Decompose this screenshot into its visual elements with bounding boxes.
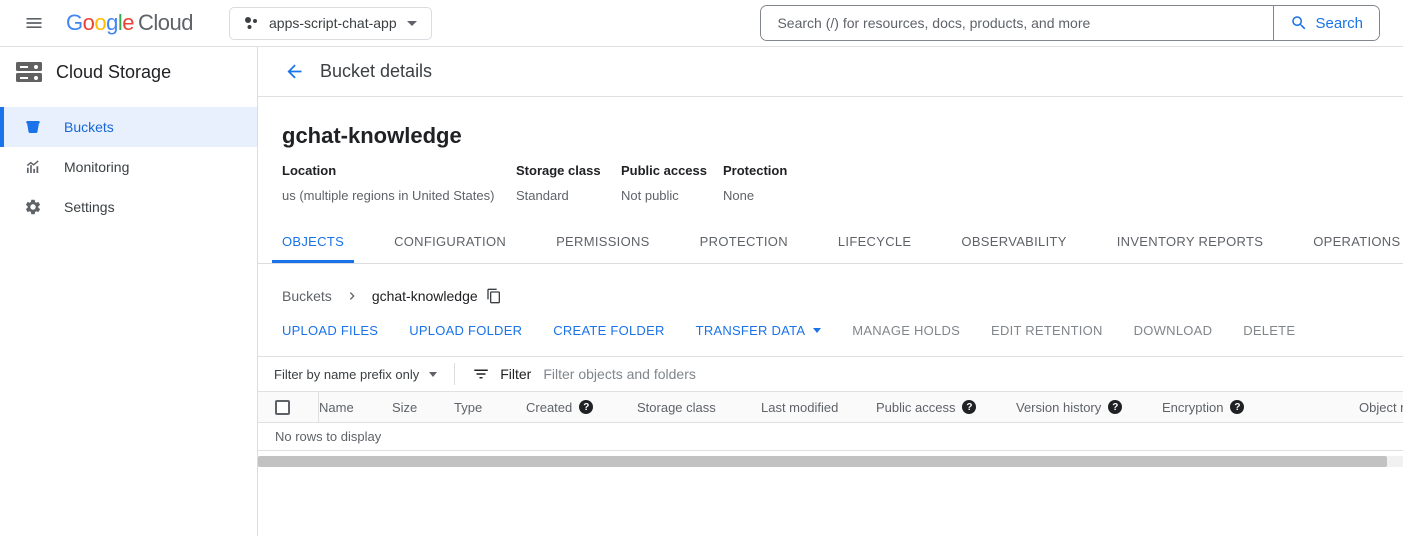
bucket-name: gchat-knowledge xyxy=(282,123,1403,149)
filter-objects-input[interactable] xyxy=(543,366,1403,382)
tab-bar: OBJECTS CONFIGURATION PERMISSIONS PROTEC… xyxy=(258,234,1403,264)
bucket-icon xyxy=(24,118,42,136)
meta-protection: Protection None xyxy=(723,163,787,203)
breadcrumb-buckets-link[interactable]: Buckets xyxy=(282,288,332,304)
sidebar-item-label: Buckets xyxy=(64,119,114,135)
sidebar-item-buckets[interactable]: Buckets xyxy=(0,107,257,147)
edit-retention-button[interactable]: EDIT RETENTION xyxy=(991,323,1103,338)
help-icon[interactable] xyxy=(579,400,593,414)
chevron-down-icon xyxy=(407,21,417,26)
tab-permissions[interactable]: PERMISSIONS xyxy=(546,234,660,263)
filter-scope-dropdown[interactable]: Filter by name prefix only xyxy=(274,367,437,382)
tab-objects[interactable]: OBJECTS xyxy=(272,234,354,263)
column-header-object-retention[interactable]: Object retention xyxy=(1359,400,1403,415)
global-search: Search xyxy=(760,5,1380,41)
table-header-row: Name Size Type Created Storage class Las… xyxy=(258,392,1403,423)
google-cloud-logo[interactable]: GoogleCloud xyxy=(66,10,193,36)
filter-bar: Filter by name prefix only Filter xyxy=(258,357,1403,392)
top-bar: GoogleCloud apps-script-chat-app Search xyxy=(0,0,1403,47)
filter-icon xyxy=(472,365,490,383)
bucket-meta: Location us (multiple regions in United … xyxy=(282,163,1403,203)
horizontal-scrollbar-thumb[interactable] xyxy=(258,456,1387,467)
project-name: apps-script-chat-app xyxy=(269,15,397,31)
breadcrumb-current: gchat-knowledge xyxy=(372,288,478,304)
cloud-storage-icon xyxy=(16,62,42,82)
search-button-label: Search xyxy=(1315,15,1363,32)
column-header-size[interactable]: Size xyxy=(392,400,454,415)
back-arrow-icon[interactable] xyxy=(282,60,306,84)
monitoring-icon xyxy=(24,158,42,176)
tab-protection[interactable]: PROTECTION xyxy=(690,234,798,263)
column-header-public-access[interactable]: Public access xyxy=(876,400,1016,415)
transfer-data-button[interactable]: TRANSFER DATA xyxy=(696,323,822,338)
sidebar: Cloud Storage Buckets Monitoring Setting… xyxy=(0,47,258,536)
tab-operations[interactable]: OPERATIONS xyxy=(1303,234,1403,263)
sidebar-item-monitoring[interactable]: Monitoring xyxy=(0,147,257,187)
chevron-right-icon xyxy=(344,288,360,304)
upload-folder-button[interactable]: UPLOAD FOLDER xyxy=(409,323,522,338)
upload-files-button[interactable]: UPLOAD FILES xyxy=(282,323,378,338)
meta-storage-class: Storage class Standard xyxy=(516,163,621,203)
horizontal-scrollbar-track[interactable] xyxy=(258,456,1403,467)
hamburger-menu-icon[interactable] xyxy=(22,11,46,35)
breadcrumb: Buckets gchat-knowledge xyxy=(282,288,1403,304)
page-title: Bucket details xyxy=(320,61,432,82)
divider xyxy=(454,363,455,385)
page-header: Bucket details xyxy=(258,47,1403,97)
sidebar-item-settings[interactable]: Settings xyxy=(0,187,257,227)
sidebar-header: Cloud Storage xyxy=(0,47,257,97)
help-icon[interactable] xyxy=(1230,400,1244,414)
select-all-checkbox[interactable] xyxy=(275,400,290,415)
column-header-name[interactable]: Name xyxy=(319,400,392,415)
search-button[interactable]: Search xyxy=(1273,6,1379,40)
tab-observability[interactable]: OBSERVABILITY xyxy=(951,234,1076,263)
sidebar-item-label: Settings xyxy=(64,199,115,215)
settings-gear-icon xyxy=(24,198,42,216)
meta-public-access: Public access Not public xyxy=(621,163,723,203)
action-toolbar: UPLOAD FILES UPLOAD FOLDER CREATE FOLDER… xyxy=(282,323,1403,338)
google-wordmark: Google xyxy=(66,10,134,35)
column-header-type[interactable]: Type xyxy=(454,400,526,415)
tab-lifecycle[interactable]: LIFECYCLE xyxy=(828,234,922,263)
manage-holds-button[interactable]: MANAGE HOLDS xyxy=(852,323,960,338)
column-header-encryption[interactable]: Encryption xyxy=(1162,400,1359,415)
select-all-cell xyxy=(258,392,319,422)
copy-icon[interactable] xyxy=(486,288,502,304)
column-header-last-modified[interactable]: Last modified xyxy=(761,400,876,415)
cloud-wordmark: Cloud xyxy=(138,10,193,35)
column-header-version-history[interactable]: Version history xyxy=(1016,400,1162,415)
help-icon[interactable] xyxy=(1108,400,1122,414)
download-button[interactable]: DOWNLOAD xyxy=(1134,323,1213,338)
tab-inventory-reports[interactable]: INVENTORY REPORTS xyxy=(1107,234,1273,263)
search-input[interactable] xyxy=(761,6,1273,40)
sidebar-item-label: Monitoring xyxy=(64,159,129,175)
main-content: Bucket details gchat-knowledge Location … xyxy=(258,47,1403,536)
delete-button[interactable]: DELETE xyxy=(1243,323,1295,338)
sidebar-title: Cloud Storage xyxy=(56,62,171,83)
column-header-created[interactable]: Created xyxy=(526,400,637,415)
search-icon xyxy=(1290,14,1308,32)
meta-location: Location us (multiple regions in United … xyxy=(282,163,516,203)
column-header-storage-class[interactable]: Storage class xyxy=(637,400,761,415)
chevron-down-icon xyxy=(429,372,437,377)
empty-table-message: No rows to display xyxy=(258,423,1403,451)
project-icon xyxy=(244,16,259,31)
project-selector[interactable]: apps-script-chat-app xyxy=(229,7,432,40)
tab-configuration[interactable]: CONFIGURATION xyxy=(384,234,516,263)
chevron-down-icon xyxy=(813,328,821,333)
sidebar-nav: Buckets Monitoring Settings xyxy=(0,107,257,227)
create-folder-button[interactable]: CREATE FOLDER xyxy=(553,323,664,338)
filter-label: Filter xyxy=(500,366,531,382)
help-icon[interactable] xyxy=(962,400,976,414)
